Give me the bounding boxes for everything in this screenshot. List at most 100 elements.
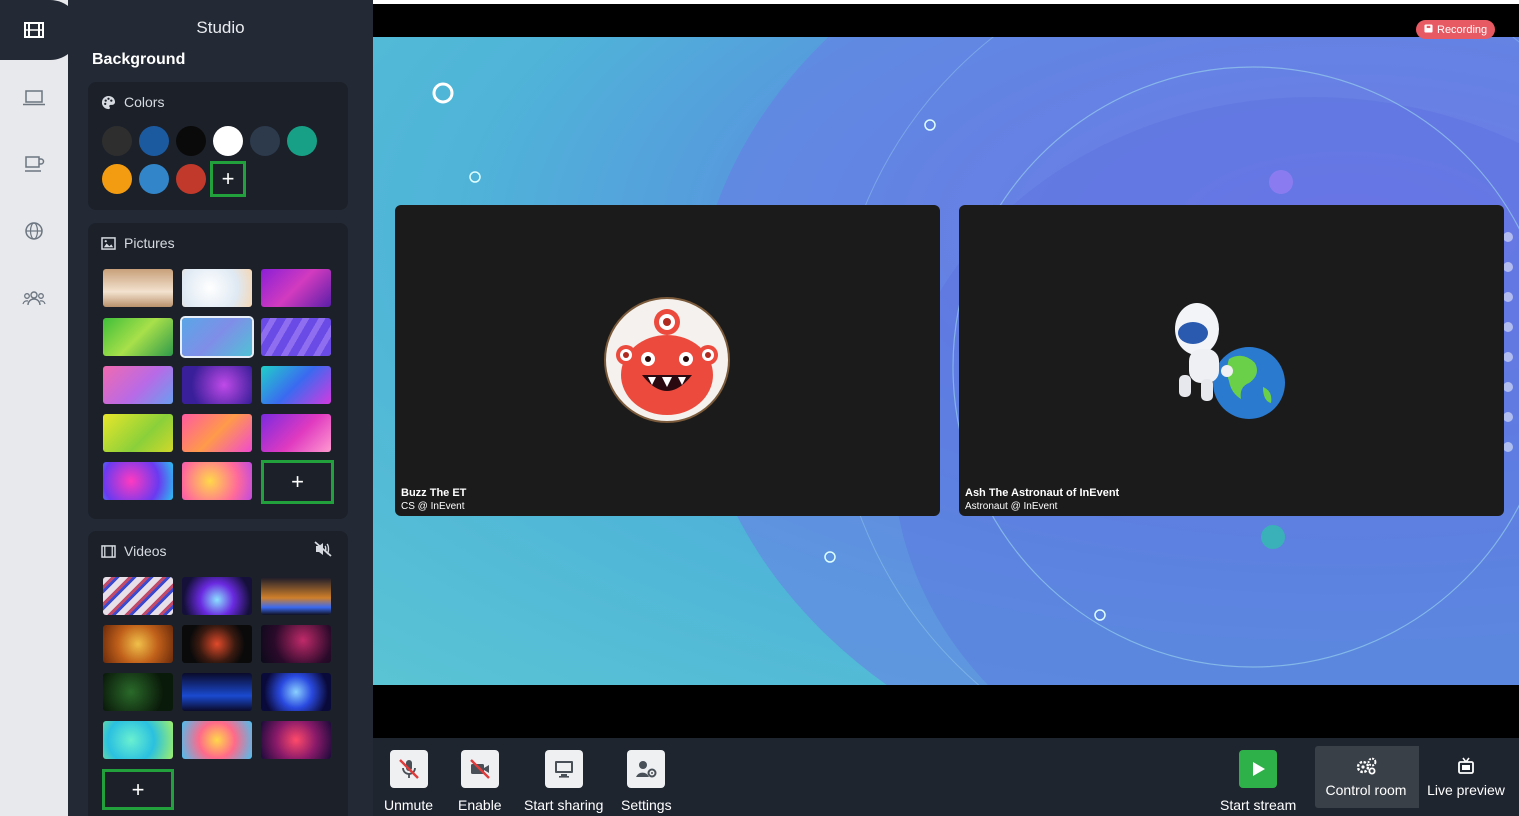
video-thumbnail[interactable] [261, 673, 331, 711]
stage-top-bar [373, 4, 1519, 38]
start-stream-label: Start stream [1220, 797, 1297, 813]
participant-role: Astronaut @ InEvent [965, 501, 1058, 512]
color-swatch[interactable] [213, 126, 243, 156]
start-sharing-button[interactable]: Start sharing [524, 750, 603, 813]
participant-tile[interactable]: Buzz The ET CS @ InEvent [395, 205, 940, 516]
color-swatch[interactable] [176, 126, 206, 156]
alien-avatar [604, 297, 730, 423]
video-thumbnail[interactable] [261, 721, 331, 759]
participant-name: Buzz The ET [401, 487, 467, 499]
picture-thumbnail[interactable] [261, 269, 331, 307]
video-thumbnail[interactable] [182, 721, 252, 759]
picture-thumbnail[interactable] [182, 462, 252, 500]
add-picture-button[interactable]: + [261, 460, 334, 504]
camera-off-icon [460, 750, 499, 788]
add-video-button[interactable]: + [102, 769, 174, 810]
stage-canvas: Buzz The ET CS @ InEvent Ash The Astrona… [373, 37, 1519, 685]
color-swatch[interactable] [102, 164, 132, 194]
colors-label: Colors [124, 94, 165, 110]
video-thumbnail[interactable] [103, 721, 173, 759]
live-preview-label: Live preview [1427, 781, 1505, 798]
plus-icon: + [291, 469, 304, 494]
videos-label: Videos [124, 543, 167, 559]
color-swatch[interactable] [176, 164, 206, 194]
picture-thumbnail[interactable] [103, 318, 173, 356]
control-room-button[interactable]: Control room [1315, 746, 1417, 808]
videos-header: Videos [101, 543, 167, 559]
video-thumbnail[interactable] [103, 625, 173, 663]
film-icon[interactable] [20, 16, 48, 44]
film-icon [101, 544, 116, 558]
picture-thumbnail[interactable] [103, 269, 173, 307]
picture-thumbnail[interactable] [261, 366, 331, 404]
coffee-icon[interactable] [20, 150, 48, 178]
colors-header: Colors [101, 94, 164, 110]
video-thumbnail[interactable] [261, 625, 331, 663]
monitor-icon [544, 750, 583, 788]
mic-off-icon [389, 750, 428, 788]
pictures-header: Pictures [101, 235, 175, 251]
picture-thumbnail[interactable] [103, 462, 173, 500]
enable-label: Enable [458, 797, 502, 813]
picture-thumbnail[interactable] [103, 414, 173, 452]
color-swatch[interactable] [287, 126, 317, 156]
play-icon [1239, 750, 1278, 788]
tv-icon [1457, 757, 1475, 778]
color-swatch[interactable] [139, 164, 169, 194]
bottom-toolbar: Unmute Enable Start sharing Settings Sta… [373, 738, 1519, 816]
volume-mute-icon[interactable] [314, 541, 332, 562]
picture-thumbnail-selected[interactable] [180, 316, 254, 358]
video-thumbnail[interactable] [103, 673, 173, 711]
studio-panel: Studio Background Colors + Pictures + Vi… [68, 0, 373, 816]
color-swatch[interactable] [102, 126, 132, 156]
video-thumbnail[interactable] [103, 577, 173, 615]
picture-thumbnail[interactable] [182, 366, 252, 404]
user-settings-icon [627, 750, 666, 788]
colors-card: Colors + [88, 82, 348, 210]
participant-tile[interactable]: Ash The Astronaut of InEvent Astronaut @… [959, 205, 1504, 516]
start-stream-button[interactable]: Start stream [1220, 750, 1296, 813]
record-icon [1424, 23, 1433, 36]
picture-thumbnail[interactable] [182, 414, 252, 452]
users-icon[interactable] [20, 284, 48, 312]
panel-title: Studio [196, 18, 245, 37]
participant-role: CS @ InEvent [401, 501, 465, 512]
astronaut-avatar [1175, 303, 1285, 419]
video-thumbnail[interactable] [182, 625, 252, 663]
videos-card: Videos + [88, 531, 348, 816]
enable-camera-button[interactable]: Enable [458, 750, 502, 813]
unmute-button[interactable]: Unmute [384, 750, 433, 813]
laptop-icon[interactable] [20, 84, 48, 112]
start-sharing-label: Start sharing [524, 797, 604, 813]
participant-name: Ash The Astronaut of InEvent [965, 487, 1120, 499]
color-swatch[interactable] [139, 126, 169, 156]
image-icon [101, 236, 116, 250]
recording-label: Recording [1437, 23, 1488, 36]
unmute-label: Unmute [384, 797, 434, 813]
color-swatch[interactable] [250, 126, 280, 156]
section-title: Background [92, 51, 186, 68]
live-preview-button[interactable]: Live preview [1419, 746, 1513, 808]
video-thumbnail[interactable] [261, 577, 331, 615]
recording-badge: Recording [1416, 20, 1496, 39]
plus-icon: + [221, 166, 235, 191]
control-room-label: Control room [1325, 781, 1407, 798]
view-mode-group: Control room Live preview [1315, 746, 1513, 808]
add-color-button[interactable]: + [210, 161, 246, 197]
picture-thumbnail[interactable] [261, 414, 331, 452]
picture-thumbnail[interactable] [261, 318, 331, 356]
left-rail [0, 0, 80, 816]
globe-icon[interactable] [20, 217, 48, 245]
pictures-label: Pictures [124, 235, 175, 251]
stage-bottom-bar [373, 685, 1519, 738]
studio-app: Studio Background Colors + Pictures + Vi… [0, 0, 1519, 816]
pictures-card: Pictures + [88, 223, 348, 519]
picture-thumbnail[interactable] [103, 366, 173, 404]
video-thumbnail[interactable] [182, 673, 252, 711]
settings-label: Settings [621, 797, 672, 813]
settings-button[interactable]: Settings [621, 750, 672, 813]
palette-icon [101, 95, 116, 110]
picture-thumbnail[interactable] [182, 269, 252, 307]
video-thumbnail[interactable] [182, 577, 252, 615]
gears-icon [1355, 757, 1377, 778]
